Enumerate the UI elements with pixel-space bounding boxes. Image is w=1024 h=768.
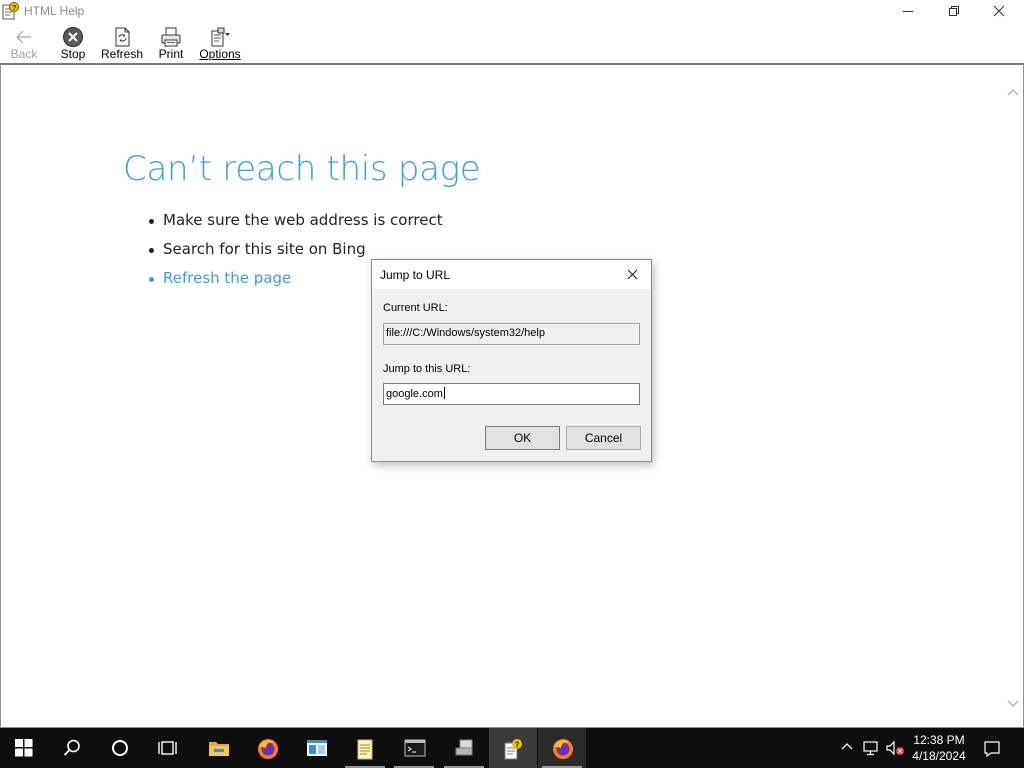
- refresh-label: Refresh: [100, 47, 144, 61]
- text-caret: [443, 387, 445, 399]
- taskbar: ? 12:38 PM 4/18/2024: [0, 728, 1024, 768]
- cortana-icon: [112, 740, 128, 756]
- app-window-icon: [307, 740, 327, 756]
- show-hidden-icons-button[interactable]: [838, 728, 856, 768]
- cortana-button[interactable]: [96, 728, 144, 768]
- toolbar: Back Stop Refresh Print Options: [0, 23, 1024, 63]
- terminal-icon: [404, 739, 426, 757]
- action-center-button[interactable]: [980, 728, 1004, 768]
- network-tray-button[interactable]: [860, 728, 882, 768]
- dialog-title: Jump to URL: [380, 268, 451, 282]
- current-url-label: Current URL:: [383, 302, 448, 314]
- taskbar-network-drive[interactable]: [440, 728, 488, 768]
- task-view-button[interactable]: [144, 728, 192, 768]
- refresh-icon: [111, 26, 133, 48]
- clock-date: 4/18/2024: [912, 749, 966, 763]
- stop-label: Stop: [60, 47, 86, 61]
- restore-icon: [949, 6, 959, 16]
- scroll-down-button[interactable]: [1007, 695, 1019, 713]
- taskbar-terminal[interactable]: [390, 728, 438, 768]
- print-label: Print: [158, 47, 184, 61]
- firefox-icon: [258, 739, 278, 759]
- system-clock[interactable]: 12:38 PM 4/18/2024: [904, 732, 974, 764]
- back-label: Back: [10, 47, 38, 61]
- chevron-up-icon: [841, 743, 853, 750]
- dialog-close-button[interactable]: [624, 266, 642, 284]
- window-title: HTML Help: [24, 4, 85, 18]
- svg-text:?: ?: [515, 741, 520, 750]
- chevron-up-icon: [1007, 89, 1019, 96]
- task-view-icon: [158, 741, 177, 755]
- clock-time: 12:38 PM: [913, 733, 965, 747]
- taskbar-file-explorer[interactable]: [194, 728, 242, 768]
- jump-url-input[interactable]: google.com: [383, 383, 640, 405]
- options-label: Options: [199, 47, 241, 61]
- file-explorer-icon: [209, 742, 229, 756]
- jump-to-url-dialog: Jump to URL Current URL: file:///C:/Wind…: [371, 259, 652, 462]
- current-url-field[interactable]: file:///C:/Windows/system32/help: [383, 323, 640, 345]
- start-icon: [15, 739, 33, 757]
- taskbar-html-help[interactable]: ?: [489, 728, 537, 768]
- back-arrow-icon: [13, 26, 35, 48]
- html-help-window: ? HTML Help Back Stop Refresh Print Opti…: [0, 0, 1024, 768]
- close-icon: [627, 269, 638, 280]
- taskbar-app-window[interactable]: [292, 728, 340, 768]
- taskbar-firefox[interactable]: [243, 728, 291, 768]
- refresh-button[interactable]: Refresh: [100, 23, 144, 63]
- notification-icon: [984, 741, 1000, 758]
- network-drive-icon: [455, 739, 473, 756]
- notepad-icon: [357, 739, 373, 760]
- volume-tray-button[interactable]: [884, 728, 906, 768]
- search-icon: [63, 739, 80, 756]
- close-icon: [993, 5, 1005, 17]
- html-help-icon: ?: [504, 739, 522, 760]
- jump-url-value: google.com: [386, 388, 443, 400]
- ok-button[interactable]: OK: [485, 426, 560, 450]
- stop-icon: [62, 26, 84, 48]
- start-button[interactable]: [0, 728, 48, 768]
- svg-text:?: ?: [12, 5, 16, 12]
- html-help-app-icon: ?: [2, 2, 19, 20]
- taskbar-firefox-2[interactable]: [538, 728, 586, 768]
- taskbar-notepad[interactable]: [341, 728, 389, 768]
- scroll-up-button[interactable]: [1007, 83, 1019, 101]
- restore-button[interactable]: [931, 0, 977, 23]
- suggestion-check-address: Make sure the web address is correct: [147, 211, 443, 240]
- title-bar: ? HTML Help: [0, 0, 1024, 23]
- dialog-title-bar: Jump to URL: [372, 260, 651, 289]
- search-button[interactable]: [48, 728, 96, 768]
- printer-icon: [160, 26, 182, 48]
- close-button[interactable]: [976, 0, 1022, 23]
- firefox-icon: [553, 739, 573, 759]
- jump-url-label: Jump to this URL:: [383, 363, 471, 375]
- cancel-button[interactable]: Cancel: [566, 426, 641, 450]
- minimize-icon: [903, 11, 913, 12]
- minimize-button[interactable]: [885, 0, 931, 23]
- options-button[interactable]: Options: [198, 23, 242, 63]
- volume-muted-icon: [886, 740, 904, 756]
- error-heading: Can’t reach this page: [123, 149, 481, 189]
- network-icon: [863, 741, 878, 756]
- back-button[interactable]: Back: [4, 23, 44, 63]
- chevron-down-icon: [1007, 700, 1019, 707]
- options-icon: [209, 26, 231, 48]
- print-button[interactable]: Print: [154, 23, 188, 63]
- stop-button[interactable]: Stop: [54, 23, 92, 63]
